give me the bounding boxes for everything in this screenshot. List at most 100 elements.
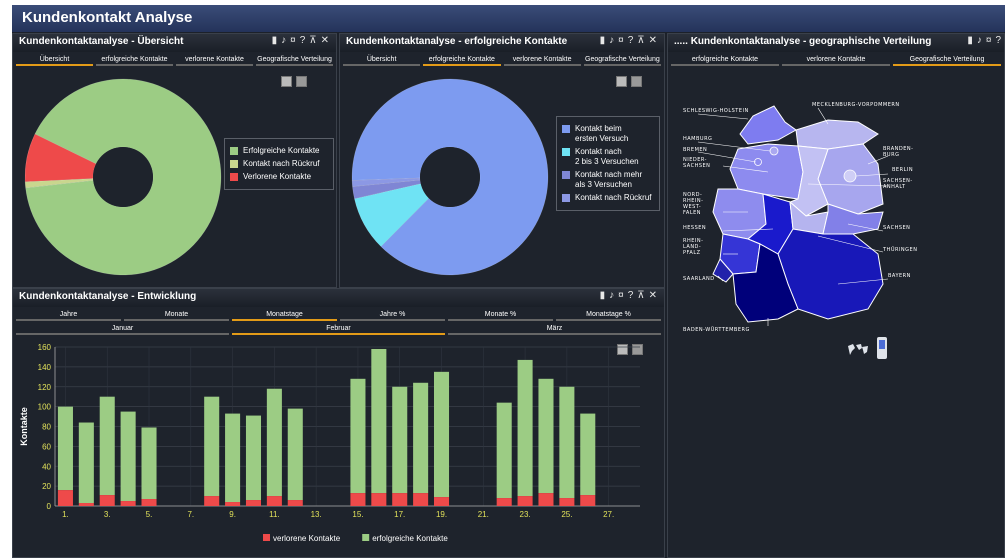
tab-0[interactable]: Januar bbox=[16, 323, 229, 335]
export-icon[interactable]: ▮ bbox=[600, 35, 607, 46]
bar-verlorene[interactable] bbox=[204, 496, 220, 506]
bar-erfolgreiche[interactable] bbox=[57, 406, 73, 491]
bar-erfolgreiche[interactable] bbox=[204, 396, 220, 497]
tab-0[interactable]: Jahre bbox=[16, 309, 121, 321]
tab-4[interactable]: Monate % bbox=[448, 309, 553, 321]
tab-1[interactable]: Monate bbox=[124, 309, 229, 321]
state-berlin[interactable] bbox=[843, 169, 857, 183]
bar-erfolgreiche[interactable] bbox=[371, 348, 387, 494]
bar-erfolgreiche[interactable] bbox=[392, 386, 408, 494]
settings-icon[interactable]: ¤ bbox=[618, 35, 625, 46]
bar-verlorene[interactable] bbox=[433, 497, 450, 506]
y-tick-label: 120 bbox=[38, 383, 52, 392]
export-icon[interactable]: ▮ bbox=[967, 35, 974, 46]
bar-verlorene[interactable] bbox=[141, 499, 157, 506]
settings-icon[interactable]: ¤ bbox=[618, 290, 625, 301]
tab-3[interactable]: Jahre % bbox=[340, 309, 445, 321]
tab-3[interactable]: Geografische Verteilung bbox=[583, 54, 661, 66]
bar-erfolgreiche[interactable] bbox=[413, 382, 429, 494]
legend-item[interactable]: Kontakt beim ersten Versuch bbox=[562, 124, 654, 144]
bar-verlorene[interactable] bbox=[78, 503, 94, 506]
bar-erfolgreiche[interactable] bbox=[580, 413, 596, 496]
bar-erfolgreiche[interactable] bbox=[517, 359, 533, 497]
tab-5[interactable]: Monatstage % bbox=[556, 309, 661, 321]
tab-2[interactable]: verlorene Kontakte bbox=[176, 54, 253, 66]
legend-item[interactable]: Verlorene Kontakte bbox=[230, 172, 328, 182]
close-icon[interactable]: ✕ bbox=[649, 35, 658, 46]
tab-2[interactable]: verlorene Kontakte bbox=[503, 54, 581, 66]
legend-item[interactable]: Kontakt nach mehr als 3 Versuchen bbox=[562, 170, 654, 190]
bar-verlorene[interactable] bbox=[496, 498, 512, 506]
tab-1[interactable]: erfolgreiche Kontakte bbox=[423, 54, 501, 66]
state-mecklenburg-vorpommern[interactable] bbox=[795, 119, 879, 150]
bar-verlorene[interactable] bbox=[559, 498, 575, 506]
bar-verlorene[interactable] bbox=[538, 493, 554, 506]
export-icon[interactable]: ▮ bbox=[600, 290, 607, 301]
bar-verlorene[interactable] bbox=[392, 493, 408, 506]
bar-erfolgreiche[interactable] bbox=[141, 427, 157, 500]
legend-label: Kontakt nach 2 bis 3 Versuchen bbox=[575, 147, 639, 166]
bar-erfolgreiche[interactable] bbox=[350, 378, 366, 494]
bar-verlorene[interactable] bbox=[225, 502, 241, 506]
tab-2[interactable]: März bbox=[448, 323, 661, 335]
legend-item[interactable]: Kontakt nach Rückruf bbox=[230, 159, 328, 169]
help-icon[interactable]: ? bbox=[628, 290, 635, 301]
refresh-icon[interactable]: ♪ bbox=[977, 35, 983, 46]
legend-item[interactable]: Kontakt nach Rückruf bbox=[562, 193, 654, 203]
bar-verlorene[interactable] bbox=[371, 493, 387, 506]
bar-verlorene[interactable] bbox=[517, 496, 533, 506]
table-view-icon[interactable] bbox=[281, 76, 292, 87]
minimize-icon[interactable]: ⊼ bbox=[309, 35, 317, 46]
bar-verlorene[interactable] bbox=[350, 493, 366, 506]
legend-item[interactable]: Kontakt nach 2 bis 3 Versuchen bbox=[562, 147, 654, 167]
tab-2[interactable]: Geografische Verteilung bbox=[893, 54, 1001, 66]
bar-erfolgreiche[interactable] bbox=[433, 371, 450, 498]
bar-erfolgreiche[interactable] bbox=[120, 411, 136, 502]
minimize-icon[interactable]: ⊼ bbox=[637, 290, 645, 301]
bar-verlorene[interactable] bbox=[120, 501, 136, 506]
tab-0[interactable]: Übersicht bbox=[343, 54, 421, 66]
bar-erfolgreiche[interactable] bbox=[78, 422, 94, 504]
mobile-phone-icon[interactable] bbox=[876, 336, 888, 360]
bar-erfolgreiche[interactable] bbox=[559, 386, 575, 499]
bar-verlorene[interactable] bbox=[580, 495, 596, 506]
bar-erfolgreiche[interactable] bbox=[266, 388, 282, 497]
tab-3[interactable]: Geografische Verteilung bbox=[256, 54, 333, 66]
tab-0[interactable]: Übersicht bbox=[16, 54, 93, 66]
settings-icon[interactable]: ¤ bbox=[986, 35, 993, 46]
state-hamburg[interactable] bbox=[769, 146, 779, 156]
close-icon[interactable]: ✕ bbox=[649, 290, 658, 301]
export-icon[interactable]: ▮ bbox=[272, 35, 279, 46]
world-map-icon[interactable] bbox=[846, 342, 870, 358]
bar-verlorene[interactable] bbox=[266, 496, 282, 506]
table-view-icon[interactable] bbox=[616, 76, 627, 87]
tab-1[interactable]: verlorene Kontakte bbox=[782, 54, 890, 66]
tab-2[interactable]: Monatstage bbox=[232, 309, 337, 321]
minimize-icon[interactable]: ⊼ bbox=[637, 35, 645, 46]
help-icon[interactable]: ? bbox=[300, 35, 307, 46]
grid-view-icon[interactable] bbox=[296, 76, 307, 87]
bar-verlorene[interactable] bbox=[287, 500, 303, 506]
bar-verlorene[interactable] bbox=[57, 490, 73, 506]
close-icon[interactable]: ✕ bbox=[321, 35, 330, 46]
bar-erfolgreiche[interactable] bbox=[99, 396, 115, 496]
legend-item[interactable]: Erfolgreiche Kontakte bbox=[230, 146, 328, 156]
grid-view-icon[interactable] bbox=[631, 76, 642, 87]
refresh-icon[interactable]: ♪ bbox=[609, 35, 615, 46]
help-icon[interactable]: ? bbox=[628, 35, 635, 46]
tab-0[interactable]: erfolgreiche Kontakte bbox=[671, 54, 779, 66]
bar-erfolgreiche[interactable] bbox=[287, 408, 303, 501]
refresh-icon[interactable]: ♪ bbox=[281, 35, 287, 46]
bar-erfolgreiche[interactable] bbox=[245, 415, 262, 501]
bar-erfolgreiche[interactable] bbox=[538, 378, 554, 494]
bar-verlorene[interactable] bbox=[245, 500, 262, 506]
bar-erfolgreiche[interactable] bbox=[225, 413, 241, 503]
bar-erfolgreiche[interactable] bbox=[496, 402, 512, 499]
settings-icon[interactable]: ¤ bbox=[290, 35, 297, 46]
refresh-icon[interactable]: ♪ bbox=[609, 290, 615, 301]
bar-verlorene[interactable] bbox=[413, 493, 429, 506]
tab-1[interactable]: Februar bbox=[232, 323, 445, 335]
bar-verlorene[interactable] bbox=[99, 495, 115, 506]
help-icon[interactable]: ? bbox=[995, 35, 1002, 46]
tab-1[interactable]: erfolgreiche Kontakte bbox=[96, 54, 173, 66]
